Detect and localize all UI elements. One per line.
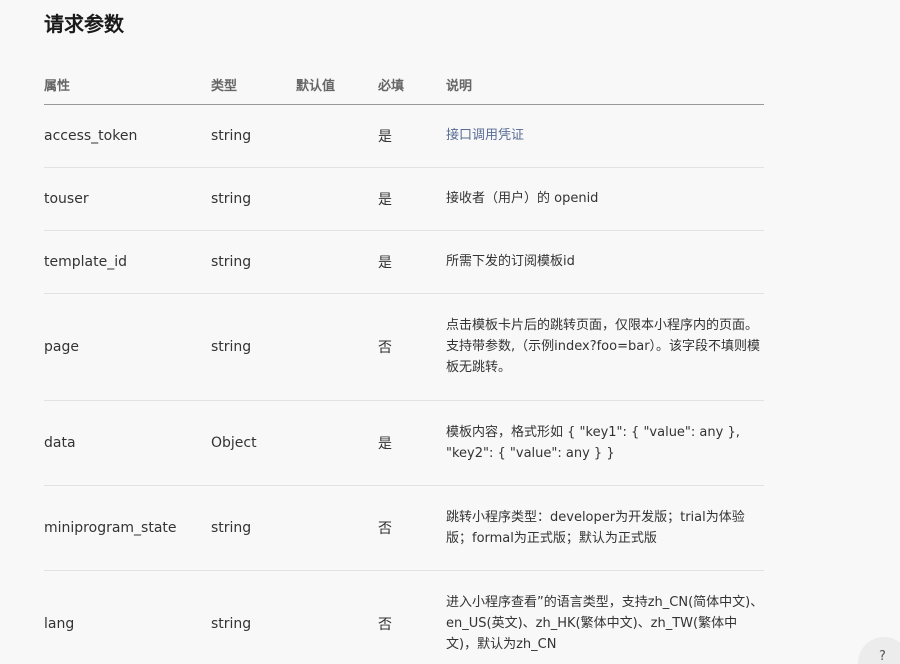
param-name: lang bbox=[44, 570, 211, 664]
header-default: 默认值 bbox=[296, 66, 378, 105]
param-description: 接口调用凭证 bbox=[446, 104, 764, 168]
param-required: 否 bbox=[378, 570, 446, 664]
section-title: 请求参数 bbox=[44, 12, 124, 36]
table-row: lang string 否 进入小程序查看”的语言类型，支持zh_CN(简体中文… bbox=[44, 570, 764, 664]
param-required: 是 bbox=[378, 400, 446, 486]
param-default bbox=[296, 400, 378, 486]
param-description: 跳转小程序类型：developer为开发版；trial为体验版；formal为正… bbox=[446, 485, 764, 571]
param-type: string bbox=[211, 293, 296, 401]
param-description: 模板内容，格式形如 { "key1": { "value": any }, "k… bbox=[446, 400, 764, 486]
param-default bbox=[296, 485, 378, 571]
param-required: 否 bbox=[378, 293, 446, 401]
table-row: data Object 是 模板内容，格式形如 { "key1": { "val… bbox=[44, 400, 764, 486]
param-type: string bbox=[211, 104, 296, 168]
table-row: template_id string 是 所需下发的订阅模板id bbox=[44, 230, 764, 294]
param-type: string bbox=[211, 230, 296, 294]
param-name: data bbox=[44, 400, 211, 486]
header-name: 属性 bbox=[44, 66, 211, 105]
param-required: 是 bbox=[378, 230, 446, 294]
table-row: touser string 是 接收者（用户）的 openid bbox=[44, 167, 764, 231]
table-row: miniprogram_state string 否 跳转小程序类型：devel… bbox=[44, 485, 764, 571]
param-required: 是 bbox=[378, 104, 446, 168]
header-required: 必填 bbox=[378, 66, 446, 105]
param-name: template_id bbox=[44, 230, 211, 294]
param-default bbox=[296, 104, 378, 168]
param-default bbox=[296, 230, 378, 294]
header-type: 类型 bbox=[211, 66, 296, 105]
param-default bbox=[296, 570, 378, 664]
param-type: string bbox=[211, 167, 296, 231]
table-row: page string 否 点击模板卡片后的跳转页面，仅限本小程序内的页面。支持… bbox=[44, 293, 764, 401]
param-description: 点击模板卡片后的跳转页面，仅限本小程序内的页面。支持带参数,（示例index?f… bbox=[446, 293, 764, 401]
param-type: string bbox=[211, 570, 296, 664]
param-default bbox=[296, 167, 378, 231]
api-doc-page: 请求参数 属性 类型 默认值 必填 说明 access_token string… bbox=[0, 0, 900, 664]
param-name: page bbox=[44, 293, 211, 401]
param-description: 进入小程序查看”的语言类型，支持zh_CN(简体中文)、en_US(英文)、zh… bbox=[446, 570, 764, 664]
question-icon: ? bbox=[879, 649, 886, 664]
param-required: 是 bbox=[378, 167, 446, 231]
header-description: 说明 bbox=[446, 66, 764, 105]
param-name: touser bbox=[44, 167, 211, 231]
help-button[interactable]: ? bbox=[858, 637, 900, 664]
param-default bbox=[296, 293, 378, 401]
param-name: miniprogram_state bbox=[44, 485, 211, 571]
param-description: 接收者（用户）的 openid bbox=[446, 167, 764, 231]
param-type: Object bbox=[211, 400, 296, 486]
params-table: 属性 类型 默认值 必填 说明 access_token string 是 接口… bbox=[44, 66, 764, 664]
param-description: 所需下发的订阅模板id bbox=[446, 230, 764, 294]
param-required: 否 bbox=[378, 485, 446, 571]
table-row: access_token string 是 接口调用凭证 bbox=[44, 104, 764, 168]
param-type: string bbox=[211, 485, 296, 571]
param-name: access_token bbox=[44, 104, 211, 168]
access-token-link[interactable]: 接口调用凭证 bbox=[446, 128, 524, 143]
table-header-row: 属性 类型 默认值 必填 说明 bbox=[44, 66, 764, 105]
